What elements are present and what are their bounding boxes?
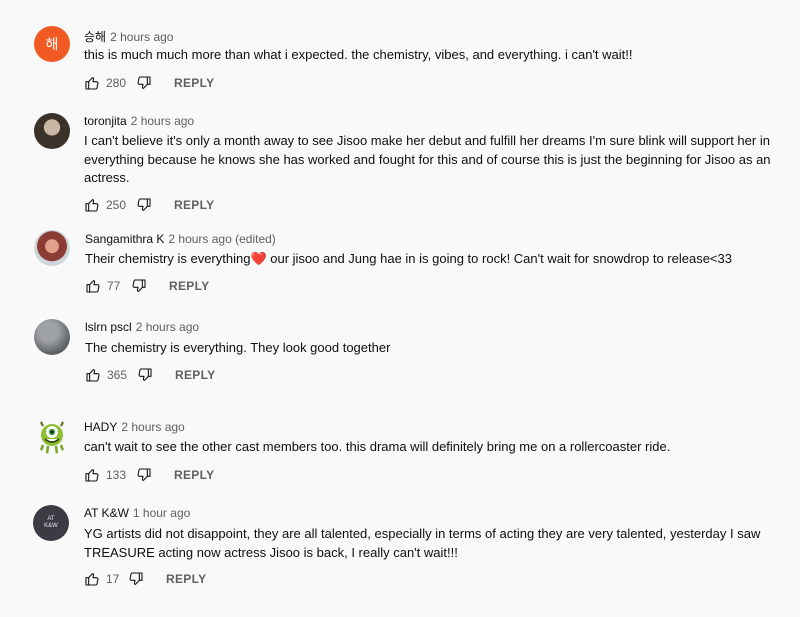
like-count: 365 [107,368,128,382]
like-count: 17 [106,572,120,586]
like-count: 133 [106,468,127,482]
monster-avatar-icon [38,419,66,454]
thumbs-down-icon[interactable] [128,571,144,587]
avatar-text: AT [47,516,55,522]
comment-header: AT K&W 1 hour ago [84,506,190,520]
comment-header: toronjita 2 hours ago [84,114,194,128]
comment-header: 승해 2 hours ago [84,28,173,45]
author-name[interactable]: 승해 [84,30,106,44]
comment-text: can't wait to see the other cast members… [84,439,671,454]
author-name[interactable]: toronjita [84,114,127,128]
thumbs-down-icon[interactable] [136,197,152,213]
thumbs-up-icon[interactable] [84,75,100,91]
reply-button[interactable]: REPLY [166,572,206,586]
author-name[interactable]: lslrn pscl [85,320,132,334]
thumbs-down-icon[interactable] [136,75,152,91]
author-name[interactable]: HADY [84,420,117,434]
avatar[interactable]: 해 [34,26,70,62]
like-count: 77 [107,279,121,293]
avatar[interactable] [34,113,70,149]
avatar[interactable] [34,319,70,355]
avatar[interactable]: AT K&W [33,505,69,541]
avatar[interactable] [34,230,70,266]
comment-time[interactable]: 2 hours ago (edited) [168,232,275,246]
thumbs-up-icon[interactable] [84,571,100,587]
avatar-letter: 해 [45,36,59,52]
comment-actions: 17 REPLY [84,571,206,587]
author-name[interactable]: Sangamithra K [85,232,164,246]
comment-text: this is much much more than what i expec… [84,47,633,62]
reply-button[interactable]: REPLY [175,368,215,382]
author-name[interactable]: AT K&W [84,506,129,520]
comment-header: Sangamithra K 2 hours ago (edited) [85,232,276,246]
comment-time[interactable]: 2 hours ago [121,420,184,434]
like-count: 250 [106,198,127,212]
comment-actions: 365 REPLY [85,367,215,383]
comment-actions: 280 REPLY [84,75,214,91]
like-count: 280 [106,76,127,90]
comment-actions: 133 REPLY [84,467,214,483]
thumbs-up-icon[interactable] [85,367,101,383]
comment-text: Their chemistry is everything❤️ our jiso… [85,250,775,269]
heart-icon: ❤️ [250,251,267,266]
comment-text: I can't believe it's only a month away t… [84,133,771,185]
reply-button[interactable]: REPLY [174,468,214,482]
comment-time[interactable]: 2 hours ago [131,114,194,128]
comment-text: YG artists did not disappoint, they are … [84,526,761,560]
comment-text-part: Their chemistry is everything [85,251,251,266]
thumbs-down-icon[interactable] [137,367,153,383]
avatar[interactable] [34,418,70,454]
comment-header: HADY 2 hours ago [84,420,185,434]
thumbs-up-icon[interactable] [84,197,100,213]
thumbs-up-icon[interactable] [85,278,101,294]
comment-text-part: our jisoo and Jung hae in is going to ro… [266,251,732,266]
reply-button[interactable]: REPLY [174,76,214,90]
avatar-text: K&W [44,523,58,529]
comment-time[interactable]: 2 hours ago [110,30,173,44]
thumbs-down-icon[interactable] [136,467,152,483]
comment-time[interactable]: 2 hours ago [136,320,199,334]
comment-actions: 250 REPLY [84,197,214,213]
comment-text: The chemistry is everything. They look g… [85,340,391,355]
reply-button[interactable]: REPLY [169,279,209,293]
comment-actions: 77 REPLY [85,278,209,294]
reply-button[interactable]: REPLY [174,198,214,212]
thumbs-up-icon[interactable] [84,467,100,483]
comment-header: lslrn pscl 2 hours ago [85,320,199,334]
thumbs-down-icon[interactable] [131,278,147,294]
comment-time[interactable]: 1 hour ago [133,506,190,520]
